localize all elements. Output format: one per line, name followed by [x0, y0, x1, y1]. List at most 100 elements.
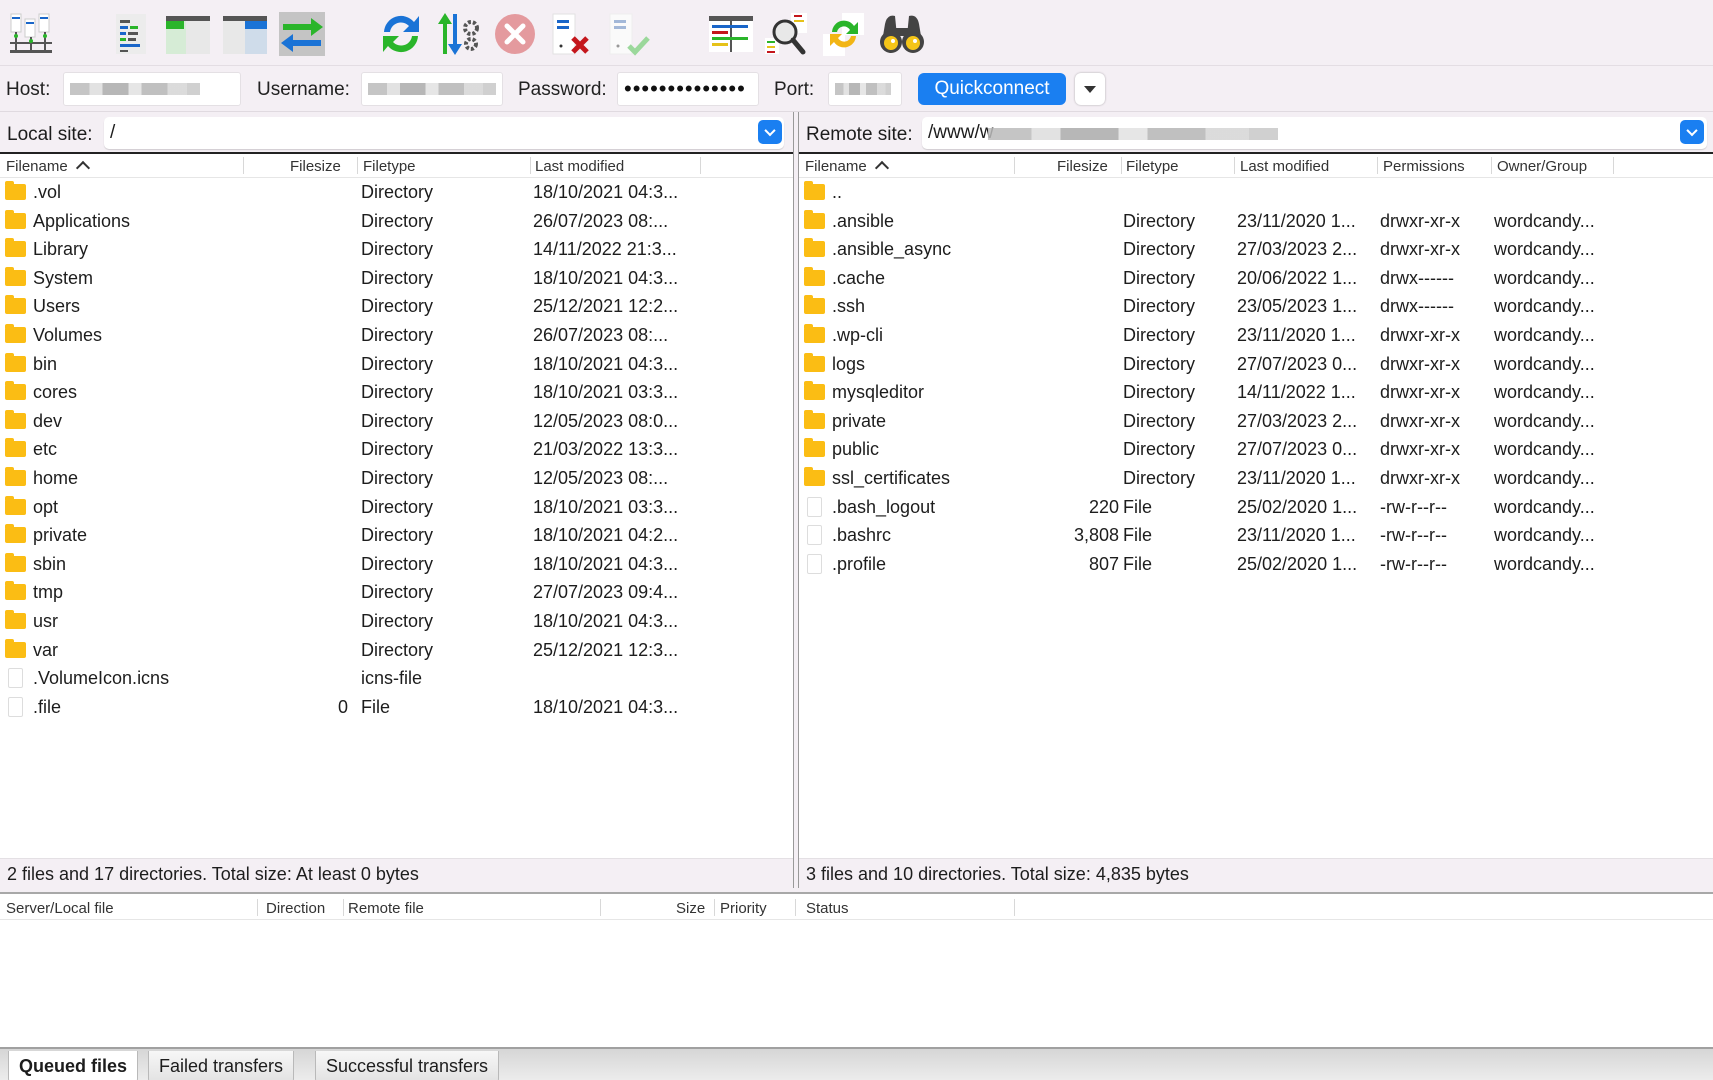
toggle-transfer-queue-icon[interactable] [277, 10, 327, 58]
search-remote-files-icon[interactable] [877, 10, 927, 58]
owner-group: wordcandy... [1494, 353, 1595, 374]
reconnect-icon[interactable] [604, 10, 654, 58]
column-filesize[interactable]: Filesize [1057, 158, 1108, 175]
column-divider[interactable] [700, 157, 701, 174]
folder-icon [804, 181, 825, 200]
file-row[interactable]: Applications Directory 26/07/2023 08:... [0, 207, 793, 236]
username-input[interactable] [361, 72, 503, 106]
synchronized-browsing-icon[interactable] [820, 10, 870, 58]
toggle-filename-filters-icon[interactable] [763, 10, 813, 58]
file-row[interactable]: bin Directory 18/10/2021 04:3... [0, 350, 793, 379]
toggle-local-tree-icon[interactable] [163, 10, 213, 58]
file-row[interactable]: .bash_logout 220 File 25/02/2020 1... -rw-r-… [799, 493, 1713, 522]
file-row[interactable]: usr Directory 18/10/2021 04:3... [0, 607, 793, 636]
file-row[interactable]: .cache Directory 20/06/2022 1... drwx------… [799, 264, 1713, 293]
column-remote-file[interactable]: Remote file [348, 900, 424, 917]
file-row[interactable]: .profile 807 File 25/02/2020 1... -rw-r--r--… [799, 550, 1713, 579]
file-row[interactable]: etc Directory 21/03/2022 13:3... [0, 435, 793, 464]
remote-site-input[interactable]: /www/w [922, 117, 1707, 149]
site-manager-icon[interactable] [6, 10, 56, 58]
column-filename[interactable]: Filename [6, 158, 90, 176]
column-divider[interactable] [1234, 157, 1235, 174]
file-row[interactable]: home Directory 12/05/2023 08:... [0, 464, 793, 493]
local-site-input[interactable]: / [104, 117, 784, 149]
folder-icon [5, 323, 26, 343]
column-filetype[interactable]: Filetype [1126, 158, 1179, 175]
toggle-message-log-icon[interactable] [106, 10, 156, 58]
filename: private [832, 410, 887, 431]
column-divider[interactable] [1014, 899, 1015, 916]
column-filename[interactable]: Filename [805, 158, 889, 176]
column-divider[interactable] [343, 899, 344, 916]
folder-icon [804, 381, 825, 401]
column-divider[interactable] [795, 899, 796, 916]
file-row[interactable]: logs Directory 27/07/2023 0... drwxr-xr-x wo… [799, 350, 1713, 379]
file-row[interactable]: .file 0 File 18/10/2021 04:3... [0, 693, 793, 722]
tab-queued-files[interactable]: Queued files [8, 1051, 139, 1080]
column-server-local-file[interactable]: Server/Local file [6, 900, 114, 917]
column-divider[interactable] [1121, 157, 1122, 174]
column-last-modified[interactable]: Last modified [535, 158, 624, 175]
port-input[interactable] [828, 72, 902, 106]
file-row[interactable]: .vol Directory 18/10/2021 04:3... [0, 178, 793, 207]
column-divider[interactable] [530, 157, 531, 174]
file-row[interactable]: public Directory 27/07/2023 0... drwxr-xr-x… [799, 435, 1713, 464]
file-row[interactable]: tmp Directory 27/07/2023 09:4... [0, 578, 793, 607]
column-filesize[interactable]: Filesize [290, 158, 341, 175]
file-row[interactable]: .bashrc 3,808 File 23/11/2020 1... -rw-r--r-… [799, 521, 1713, 550]
file-row[interactable]: sbin Directory 18/10/2021 04:3... [0, 550, 793, 579]
column-divider[interactable] [243, 157, 244, 174]
column-owner-group[interactable]: Owner/Group [1497, 158, 1587, 175]
column-divider[interactable] [1377, 157, 1378, 174]
file-row[interactable]: .wp-cli Directory 23/11/2020 1... drwxr-xr-… [799, 321, 1713, 350]
column-permissions[interactable]: Permissions [1383, 158, 1465, 175]
file-row[interactable]: dev Directory 12/05/2023 08:0... [0, 407, 793, 436]
process-queue-icon[interactable] [433, 10, 483, 58]
file-row[interactable]: mysqleditor Directory 14/11/2022 1... drwxr… [799, 378, 1713, 407]
local-site-dropdown[interactable] [758, 120, 782, 144]
host-input[interactable] [63, 72, 241, 106]
file-icon [8, 696, 23, 717]
file-row[interactable]: .ansible_async Directory 27/03/2023 2... dr… [799, 235, 1713, 264]
column-size[interactable]: Size [676, 900, 705, 917]
file-row[interactable]: Users Directory 25/12/2021 12:2... [0, 292, 793, 321]
file-row[interactable]: .VolumeIcon.icns icns-file [0, 664, 793, 693]
column-divider[interactable] [600, 899, 601, 916]
column-priority[interactable]: Priority [720, 900, 767, 917]
quickconnect-history-dropdown[interactable] [1075, 73, 1105, 105]
password-input[interactable]: •••••••••••••• [617, 72, 759, 106]
tab-successful-transfers[interactable]: Successful transfers [315, 1051, 500, 1080]
quickconnect-button[interactable]: Quickconnect [918, 73, 1066, 105]
remote-site-dropdown[interactable] [1680, 120, 1704, 144]
column-status[interactable]: Status [806, 900, 849, 917]
file-row[interactable]: .ssh Directory 23/05/2023 1... drwx------ wo… [799, 292, 1713, 321]
file-row[interactable]: opt Directory 18/10/2021 03:3... [0, 493, 793, 522]
file-row[interactable]: cores Directory 18/10/2021 03:3... [0, 378, 793, 407]
toggle-remote-tree-icon[interactable] [220, 10, 270, 58]
refresh-icon[interactable] [376, 10, 426, 58]
tab-failed-transfers[interactable]: Failed transfers [148, 1051, 295, 1080]
column-direction[interactable]: Direction [266, 900, 325, 917]
column-divider[interactable] [1491, 157, 1492, 174]
cancel-operation-icon[interactable] [490, 10, 540, 58]
column-divider[interactable] [257, 899, 258, 916]
column-divider[interactable] [714, 899, 715, 916]
directory-listing-filters-icon[interactable] [706, 10, 756, 58]
file-row[interactable]: ssl_certificates Directory 23/11/2020 1...… [799, 464, 1713, 493]
file-row[interactable]: System Directory 18/10/2021 04:3... [0, 264, 793, 293]
file-row[interactable]: .. [799, 178, 1713, 207]
file-row[interactable]: private Directory 18/10/2021 04:2... [0, 521, 793, 550]
column-last-modified[interactable]: Last modified [1240, 158, 1329, 175]
file-row[interactable]: .ansible Directory 23/11/2020 1... drwxr-xr… [799, 207, 1713, 236]
file-row[interactable]: var Directory 25/12/2021 12:3... [0, 636, 793, 665]
column-divider[interactable] [1613, 157, 1614, 174]
column-divider[interactable] [357, 157, 358, 174]
folder-icon [5, 266, 26, 286]
column-filetype[interactable]: Filetype [363, 158, 416, 175]
column-divider[interactable] [1014, 157, 1015, 174]
filename: private [33, 525, 88, 546]
file-row[interactable]: Volumes Directory 26/07/2023 08:... [0, 321, 793, 350]
disconnect-icon[interactable] [547, 10, 597, 58]
file-row[interactable]: private Directory 27/03/2023 2... drwxr-xr-… [799, 407, 1713, 436]
file-row[interactable]: Library Directory 14/11/2022 21:3... [0, 235, 793, 264]
